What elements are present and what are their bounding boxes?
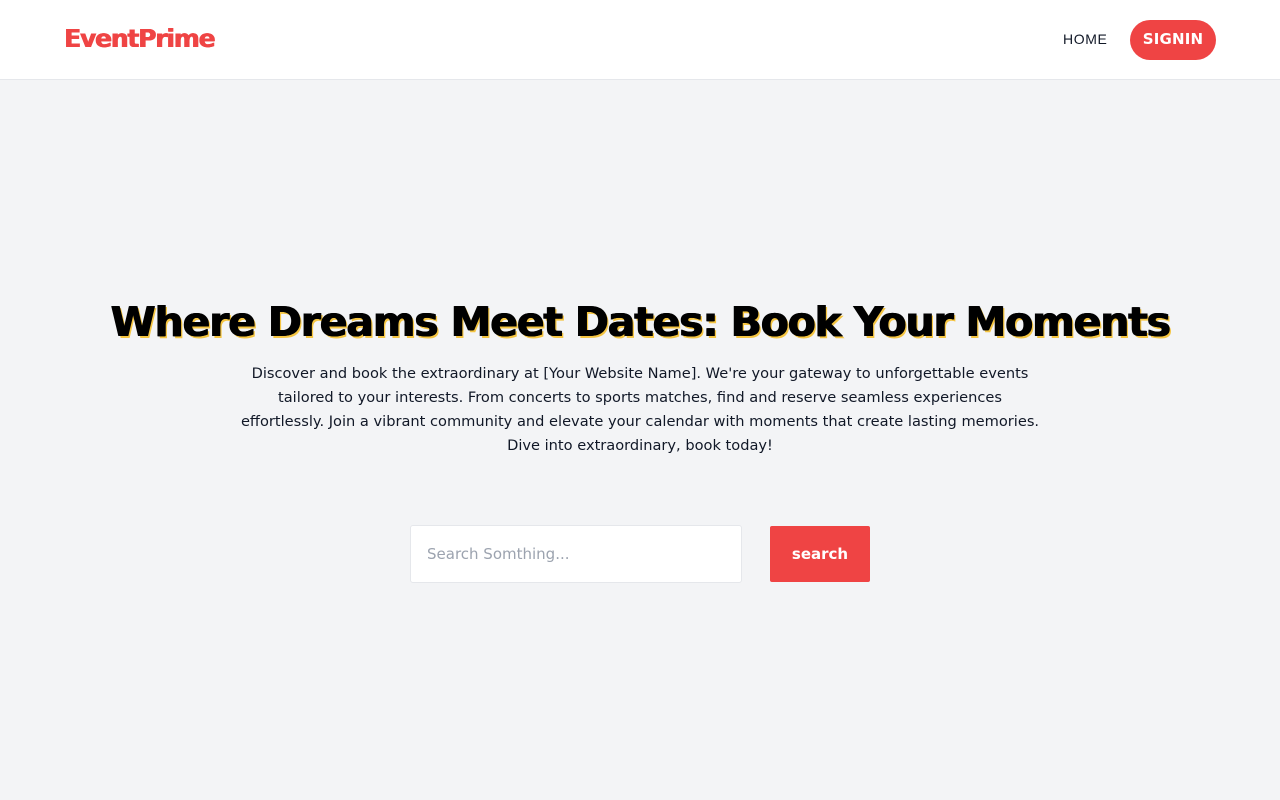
hero-description: Discover and book the extraordinary at [… [240, 365, 1040, 454]
brand-logo[interactable]: EventPrime [64, 22, 216, 56]
hero-title: Where Dreams Meet Dates: Book Your Momen… [110, 298, 1171, 346]
search-button[interactable]: search [770, 526, 870, 582]
search-input[interactable] [410, 525, 742, 583]
signin-button[interactable]: SIGNIN [1130, 20, 1216, 60]
top-navbar: EventPrime HOME SIGNIN [0, 0, 1280, 80]
nav-home-link[interactable]: HOME [1063, 30, 1107, 48]
